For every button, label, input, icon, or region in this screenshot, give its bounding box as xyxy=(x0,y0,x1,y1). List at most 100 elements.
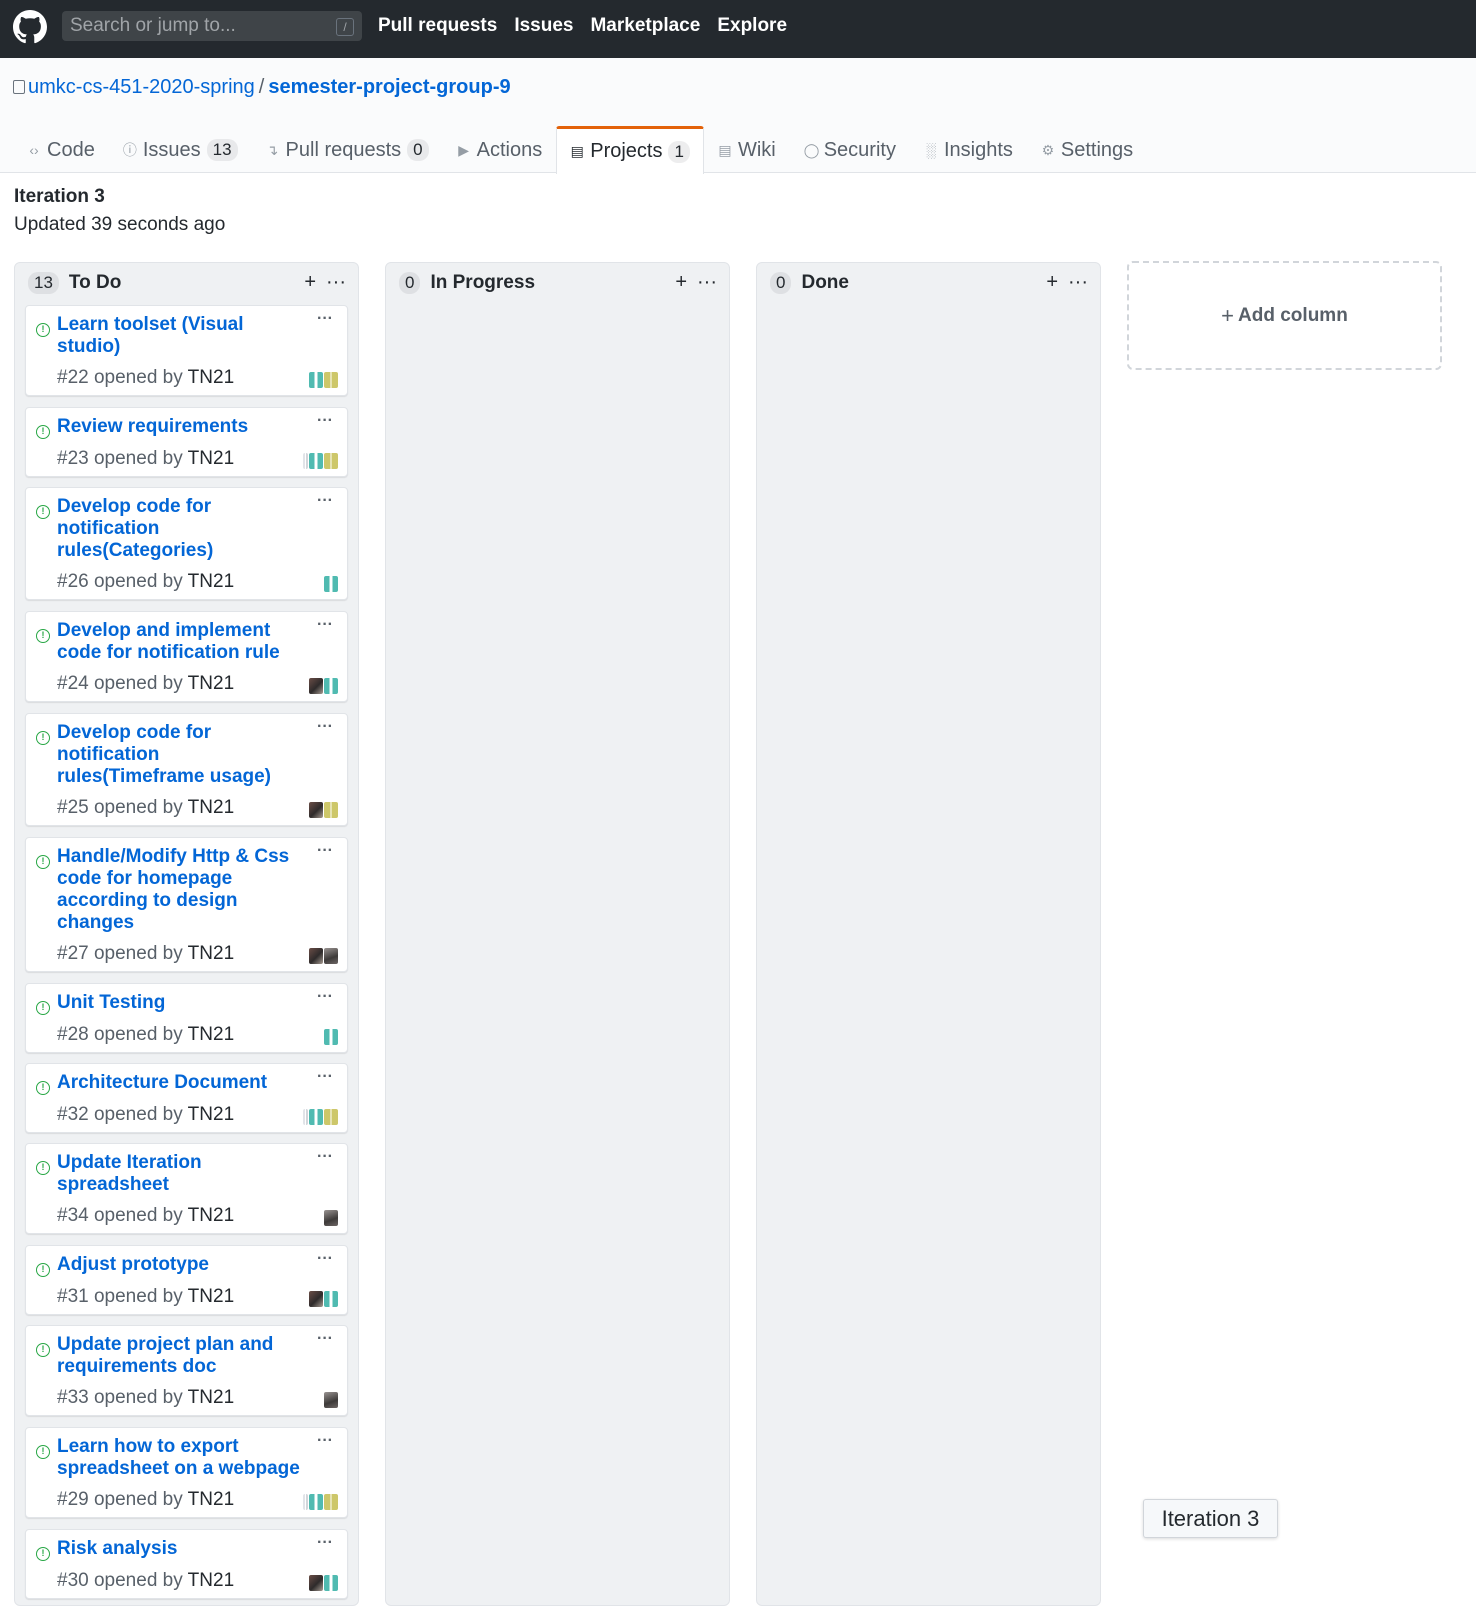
avatar[interactable] xyxy=(324,1109,338,1125)
issue-author-link[interactable]: TN21 xyxy=(188,943,234,964)
avatar[interactable] xyxy=(303,453,308,469)
issue-author-link[interactable]: TN21 xyxy=(188,1286,234,1307)
avatar[interactable] xyxy=(324,802,338,818)
issue-title-link[interactable]: Develop code for notification rules(Time… xyxy=(57,722,307,788)
issue-author-link[interactable]: TN21 xyxy=(188,797,234,818)
avatar[interactable] xyxy=(324,1392,338,1408)
issue-card[interactable]: ! Architecture Document ··· #32 opened by T… xyxy=(25,1063,348,1133)
card-menu-icon[interactable]: ··· xyxy=(317,988,333,1006)
issue-title-link[interactable]: Adjust prototype xyxy=(57,1254,307,1276)
avatar[interactable] xyxy=(324,372,338,388)
avatar[interactable] xyxy=(324,1575,338,1591)
issue-card[interactable]: ! Develop code for notification rules(Tim… xyxy=(25,713,348,826)
add-column-button[interactable]: + Add column xyxy=(1127,261,1442,370)
nav-marketplace[interactable]: Marketplace xyxy=(590,15,700,37)
issue-author-link[interactable]: TN21 xyxy=(188,1489,234,1510)
tab-code[interactable]: ‹› Code xyxy=(13,126,109,173)
tab-pull-requests[interactable]: ↴ Pull requests 0 xyxy=(252,126,443,173)
avatar[interactable] xyxy=(309,678,323,694)
avatar[interactable] xyxy=(324,948,338,964)
card-menu-icon[interactable]: ··· xyxy=(317,1250,333,1268)
avatar[interactable] xyxy=(309,372,323,388)
issue-title-link[interactable]: Learn toolset (Visual studio) xyxy=(57,314,307,358)
issue-author-link[interactable]: TN21 xyxy=(188,673,234,694)
issue-title-link[interactable]: Develop and implement code for notificat… xyxy=(57,620,307,664)
avatar[interactable] xyxy=(309,453,323,469)
tab-actions[interactable]: ▶ Actions xyxy=(443,126,557,173)
card-menu-icon[interactable]: ··· xyxy=(317,616,333,634)
avatar[interactable] xyxy=(309,1575,323,1591)
tab-insights[interactable]: ░ Insights xyxy=(910,126,1027,173)
issue-author-link[interactable]: TN21 xyxy=(188,367,234,388)
issue-title-link[interactable]: Update Iteration spreadsheet xyxy=(57,1152,307,1196)
issue-author-link[interactable]: TN21 xyxy=(188,1024,234,1045)
nav-issues[interactable]: Issues xyxy=(514,15,573,37)
github-logo-icon[interactable] xyxy=(13,10,47,44)
nav-explore[interactable]: Explore xyxy=(717,15,787,37)
avatar[interactable] xyxy=(324,678,338,694)
avatar[interactable] xyxy=(309,1109,323,1125)
avatar[interactable] xyxy=(324,1291,338,1307)
issue-card[interactable]: ! Handle/Modify Http & Css code for homep… xyxy=(25,837,348,972)
column-menu-icon[interactable]: ··· xyxy=(697,271,717,294)
issue-card[interactable]: ! Develop code for notification rules(Cat… xyxy=(25,487,348,600)
card-menu-icon[interactable]: ··· xyxy=(317,1068,333,1086)
issue-card[interactable]: ! Update project plan and requirements do… xyxy=(25,1325,348,1416)
avatar[interactable] xyxy=(324,1494,338,1510)
avatar[interactable] xyxy=(309,802,323,818)
issue-card[interactable]: ! Adjust prototype ··· #31 opened by TN21 xyxy=(25,1245,348,1315)
add-card-icon[interactable]: + xyxy=(1046,271,1058,294)
avatar[interactable] xyxy=(309,948,323,964)
issue-title-link[interactable]: Review requirements xyxy=(57,416,307,438)
card-menu-icon[interactable]: ··· xyxy=(317,1432,333,1450)
card-menu-icon[interactable]: ··· xyxy=(317,412,333,430)
issue-title-link[interactable]: Risk analysis xyxy=(57,1538,307,1560)
add-card-icon[interactable]: + xyxy=(675,271,687,294)
issue-title-link[interactable]: Develop code for notification rules(Cate… xyxy=(57,496,307,562)
card-menu-icon[interactable]: ··· xyxy=(317,310,333,328)
issue-card[interactable]: ! Update Iteration spreadsheet ··· #34 open… xyxy=(25,1143,348,1234)
avatar[interactable] xyxy=(324,1029,338,1045)
card-menu-icon[interactable]: ··· xyxy=(317,1330,333,1348)
avatar[interactable] xyxy=(303,1494,308,1510)
issue-author-link[interactable]: TN21 xyxy=(188,1205,234,1226)
avatar[interactable] xyxy=(324,576,338,592)
search-input[interactable]: Search or jump to... / xyxy=(62,11,362,41)
issue-card[interactable]: ! Review requirements ··· #23 opened by TN2… xyxy=(25,407,348,477)
issue-card[interactable]: ! Learn how to export spreadsheet on a we… xyxy=(25,1427,348,1518)
issue-card[interactable]: ! Unit Testing ··· #28 opened by TN21 xyxy=(25,983,348,1053)
column-menu-icon[interactable]: ··· xyxy=(326,271,346,294)
avatar[interactable] xyxy=(303,1109,308,1125)
tab-settings[interactable]: ⚙ Settings xyxy=(1027,126,1147,173)
issue-author-link[interactable]: TN21 xyxy=(188,448,234,469)
issue-title-link[interactable]: Architecture Document xyxy=(57,1072,307,1094)
issue-author-link[interactable]: TN21 xyxy=(188,1104,234,1125)
column-menu-icon[interactable]: ··· xyxy=(1068,271,1088,294)
issue-card[interactable]: ! Learn toolset (Visual studio) ··· #22 ope… xyxy=(25,305,348,396)
issue-card[interactable]: ! Develop and implement code for notifica… xyxy=(25,611,348,702)
card-menu-icon[interactable]: ··· xyxy=(317,492,333,510)
issue-title-link[interactable]: Learn how to export spreadsheet on a web… xyxy=(57,1436,307,1480)
issue-card[interactable]: ! Risk analysis ··· #30 opened by TN21 xyxy=(25,1529,348,1599)
card-menu-icon[interactable]: ··· xyxy=(317,1148,333,1166)
nav-pull-requests[interactable]: Pull requests xyxy=(378,15,497,37)
avatar[interactable] xyxy=(309,1494,323,1510)
card-menu-icon[interactable]: ··· xyxy=(317,1534,333,1552)
avatar[interactable] xyxy=(309,1291,323,1307)
avatar[interactable] xyxy=(324,453,338,469)
add-card-icon[interactable]: + xyxy=(304,271,316,294)
avatar[interactable] xyxy=(324,1210,338,1226)
issue-title-link[interactable]: Update project plan and requirements doc xyxy=(57,1334,307,1378)
card-menu-icon[interactable]: ··· xyxy=(317,718,333,736)
issue-author-link[interactable]: TN21 xyxy=(188,1387,234,1408)
issue-author-link[interactable]: TN21 xyxy=(188,571,234,592)
issue-title-link[interactable]: Handle/Modify Http & Css code for homepa… xyxy=(57,846,307,934)
tab-projects[interactable]: ▤ Projects 1 xyxy=(556,126,704,174)
repo-name-link[interactable]: semester-project-group-9 xyxy=(268,76,510,98)
card-menu-icon[interactable]: ··· xyxy=(317,842,333,860)
tab-issues[interactable]: ⓘ Issues 13 xyxy=(109,126,252,173)
repo-owner-link[interactable]: umkc-cs-451-2020-spring xyxy=(28,76,255,98)
tab-security[interactable]: ◯ Security xyxy=(790,126,910,173)
issue-author-link[interactable]: TN21 xyxy=(188,1570,234,1591)
issue-title-link[interactable]: Unit Testing xyxy=(57,992,307,1014)
